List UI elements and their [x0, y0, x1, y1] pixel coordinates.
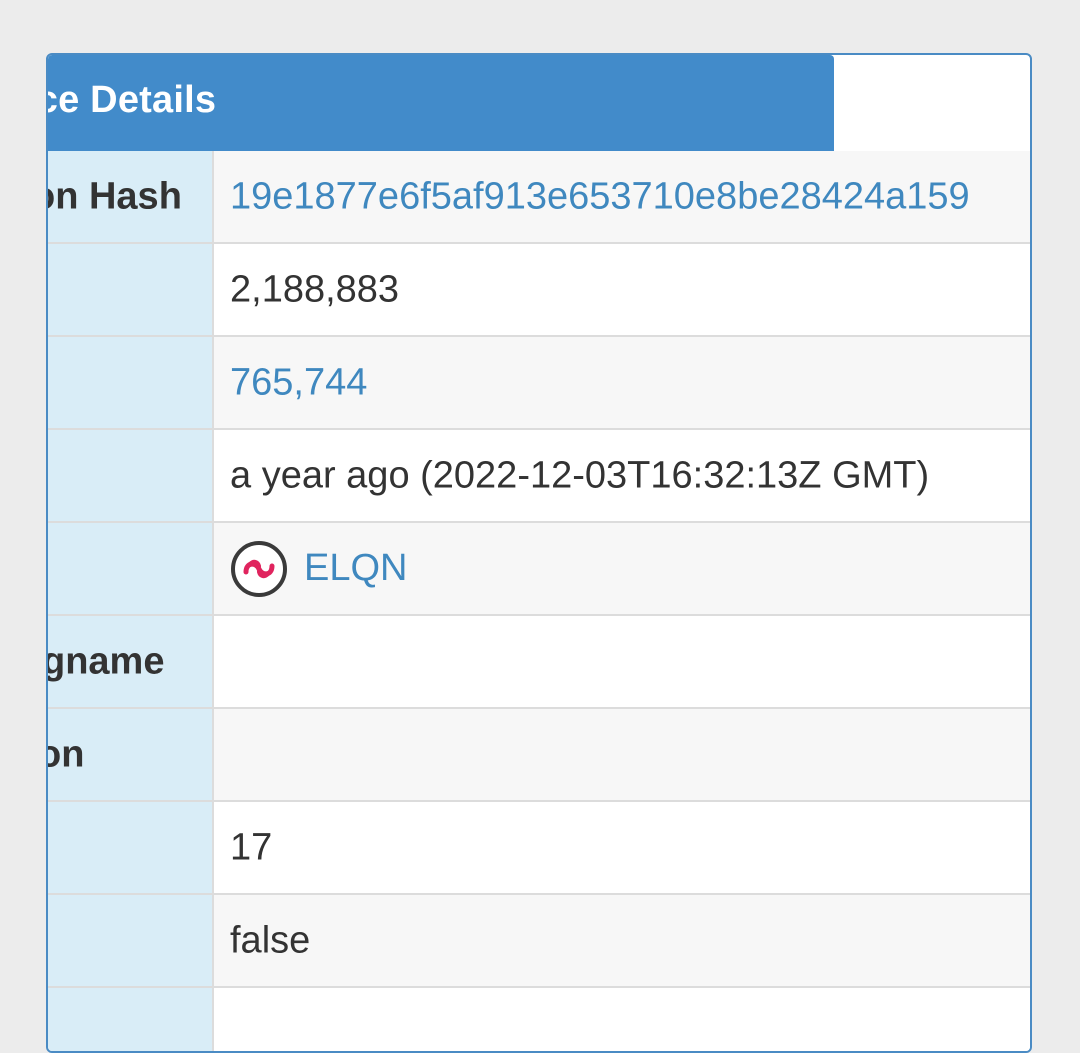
row-value-cell: 765,744	[214, 337, 1030, 428]
row-value-cell: 17	[214, 802, 1030, 893]
row-label-cell	[48, 337, 214, 428]
row-value-cell: 2,188,883	[214, 244, 1030, 335]
row-label-cell	[48, 895, 214, 986]
row-label: on Hash	[48, 175, 182, 217]
row-label-cell	[48, 244, 214, 335]
row-label-cell: on	[48, 709, 214, 800]
row-value: 2,188,883	[230, 268, 400, 310]
table-row	[48, 988, 1030, 1051]
row-label-cell	[48, 523, 214, 614]
table-row: ELQN	[48, 523, 1030, 616]
elqn-logo-icon	[231, 540, 287, 597]
row-value-cell	[214, 988, 1030, 1051]
panel-header: ance Details	[48, 55, 834, 151]
block-number-link[interactable]: 765,744	[230, 361, 367, 404]
table-row: on Hash 19e1877e6f5af913e653710e8be28424…	[48, 151, 1030, 244]
row-value-cell	[214, 709, 1030, 800]
row-label: on	[48, 733, 85, 775]
table-row: on	[48, 709, 1030, 802]
row-label-cell	[48, 988, 214, 1051]
table-row: 2,188,883	[48, 244, 1030, 337]
row-value-cell: 19e1877e6f5af913e653710e8be28424a159	[214, 151, 1030, 242]
row-label-cell	[48, 802, 214, 893]
row-value-cell: a year ago (2022-12-03T16:32:13Z GMT)	[214, 430, 1030, 521]
row-value-cell: false	[214, 895, 1030, 986]
row-label-cell: on Hash	[48, 151, 214, 242]
token-name[interactable]: ELQN	[304, 547, 407, 590]
row-value-cell	[214, 616, 1030, 707]
row-value-cell: ELQN	[214, 523, 1030, 614]
row-label-cell	[48, 430, 214, 521]
panel-title: ance Details	[48, 79, 217, 121]
table-row: gname	[48, 616, 1030, 709]
transaction-hash-link[interactable]: 19e1877e6f5af913e653710e8be28424a159	[230, 175, 970, 218]
timestamp-value: a year ago (2022-12-03T16:32:13Z GMT)	[230, 454, 930, 496]
table-row: false	[48, 895, 1030, 988]
table-row: 17	[48, 802, 1030, 895]
row-label: gname	[48, 640, 165, 682]
details-panel: ance Details on Hash 19e1877e6f5af913e65…	[46, 53, 1032, 1053]
table-row: 765,744	[48, 337, 1030, 430]
row-label-cell: gname	[48, 616, 214, 707]
table-row: a year ago (2022-12-03T16:32:13Z GMT)	[48, 430, 1030, 523]
token-link[interactable]: ELQN	[230, 540, 407, 598]
row-value: 17	[230, 826, 273, 868]
row-value: false	[230, 919, 311, 961]
details-table: on Hash 19e1877e6f5af913e653710e8be28424…	[48, 151, 1030, 1051]
